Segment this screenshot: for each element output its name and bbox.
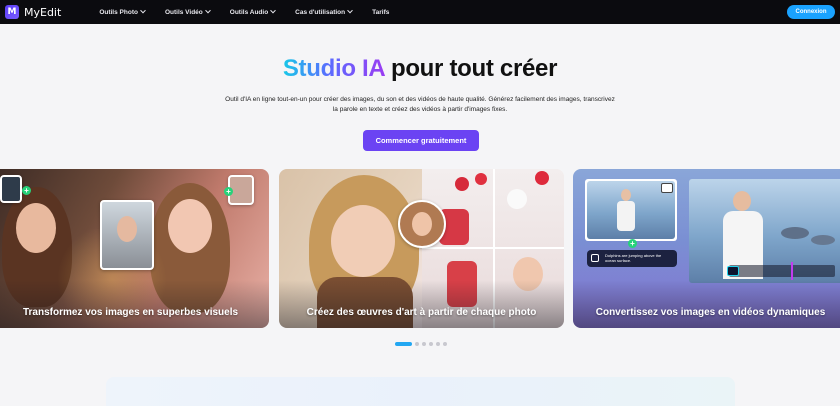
menu-use-cases[interactable]: Cas d'utilisation: [295, 7, 353, 16]
menu-label: Tarifs: [372, 8, 390, 16]
carousel-dot-3[interactable]: [422, 342, 426, 346]
plus-icon: +: [224, 187, 233, 196]
carousel-dot-1[interactable]: [395, 342, 412, 346]
page-title: Studio IA pour tout créer: [0, 55, 840, 83]
hero-subtitle: Outil d'IA en ligne tout-en-un pour crée…: [225, 96, 615, 113]
carousel-indicators: [395, 342, 450, 346]
logo-text: MyEdit: [24, 5, 62, 19]
menu-photo-tools[interactable]: Outils Photo: [99, 7, 146, 16]
chevron-down-icon: [204, 7, 211, 14]
source-photo-thumbnail: [398, 200, 446, 248]
prompt-box: Dolphins are jumping above the ocean sur…: [587, 250, 677, 267]
image-icon: [661, 183, 673, 193]
feature-card-image-to-video[interactable]: + Dolphins are jumping above the ocean s…: [573, 169, 840, 328]
plus-icon: +: [628, 239, 637, 248]
chevron-down-icon: [140, 7, 146, 14]
title-text: pour tout créer: [390, 55, 558, 82]
dolphin-shape: [781, 227, 809, 239]
menu-label: Outils Vidéo: [164, 8, 203, 16]
card-overlay: [0, 280, 269, 328]
person-face: [733, 191, 751, 211]
menu-label: Outils Photo: [99, 8, 138, 16]
card-overlay: [573, 280, 840, 328]
menu-video-tools[interactable]: Outils Vidéo: [164, 7, 211, 16]
carousel-dot-4[interactable]: [429, 342, 433, 346]
logo[interactable]: M MyEdit: [5, 5, 61, 19]
title-gradient-text: Studio IA: [282, 55, 385, 82]
film-icon: [727, 266, 739, 276]
myedit-logo-icon: M: [5, 5, 19, 19]
login-button[interactable]: Connexion: [787, 5, 835, 19]
menu-audio-tools[interactable]: Outils Audio: [229, 7, 277, 16]
carousel-dot-5[interactable]: [436, 342, 440, 346]
card-caption: Transformez vos images en superbes visue…: [22, 307, 239, 318]
next-section-panel: [106, 377, 735, 406]
prompt-text: Dolphins are jumping above the ocean sur…: [605, 253, 662, 263]
feature-card-photo-to-art[interactable]: Créez des œuvres d'art à partir de chaqu…: [279, 169, 564, 328]
main-menu: Outils Photo Outils Vidéo Outils Audio C…: [99, 7, 409, 16]
card-caption: Créez des œuvres d'art à partir de chaqu…: [306, 307, 537, 318]
style-thumbnail-left: [0, 175, 22, 203]
start-free-button[interactable]: Commencer gratuitement: [363, 130, 479, 151]
menu-label: Outils Audio: [229, 8, 269, 16]
chevron-down-icon: [270, 7, 277, 14]
plus-icon: +: [22, 186, 31, 195]
card-caption: Convertissez vos images en vidéos dynami…: [595, 307, 826, 318]
carousel-dot-2[interactable]: [415, 342, 419, 346]
chevron-down-icon: [347, 7, 353, 14]
video-timeline: [729, 262, 835, 280]
menu-pricing[interactable]: Tarifs: [372, 9, 389, 16]
feature-card-image-enhance[interactable]: + + Transformez vos images en superbes v…: [0, 169, 269, 328]
card-overlay: [279, 280, 564, 328]
menu-label: Cas d'utilisation: [295, 8, 346, 16]
carousel-dot-6[interactable]: [443, 342, 447, 346]
ai-prompt-icon: [591, 254, 599, 262]
timeline-playhead: [791, 262, 793, 280]
dolphin-shape: [811, 235, 835, 245]
source-photo-thumbnail: [100, 200, 154, 270]
top-navbar: M MyEdit Outils Photo Outils Vidéo Outil…: [0, 0, 840, 24]
